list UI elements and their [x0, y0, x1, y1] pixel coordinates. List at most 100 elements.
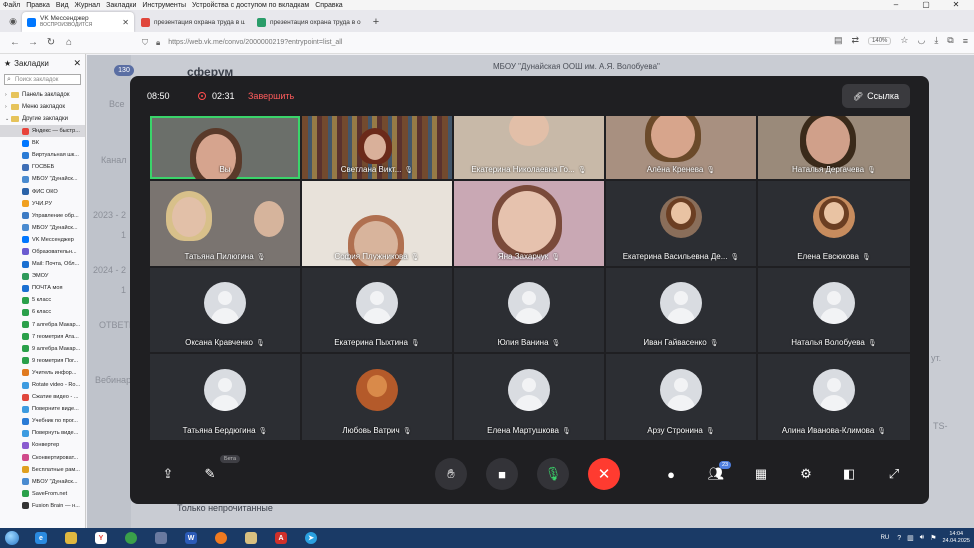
bookmark-item[interactable]: 5 класс [0, 294, 85, 306]
close-icon[interactable]: ✕ [73, 58, 81, 69]
participant-tile[interactable]: Иван Гайвасенко 🎙︎ [606, 268, 756, 352]
bookmark-item[interactable]: SaveFrom.net [0, 488, 85, 500]
bookmark-item[interactable]: 6 класс [0, 306, 85, 318]
extensions-icon[interactable]: ⧉ [947, 35, 953, 46]
start-button[interactable] [0, 528, 24, 548]
firefox-view-icon[interactable]: ◉ [4, 12, 22, 30]
bookmark-star-icon[interactable]: ☆ [900, 35, 908, 46]
home-icon[interactable]: ⌂ [60, 37, 78, 48]
tab-vk-messenger[interactable]: VK Мессенджер ВОСПРОИЗВОДИТСЯ ✕ [22, 12, 134, 32]
network-icon[interactable]: ▥ [907, 534, 914, 542]
address-bar[interactable]: ⛉ 🔒︎ https://web.vk.me/convo/2000000219?… [142, 35, 782, 51]
participant-tile[interactable]: Екатерина Пыхтина 🎙︎ [302, 268, 452, 352]
zoom-level[interactable]: 140% [868, 36, 892, 45]
new-tab-icon[interactable]: + [368, 12, 384, 32]
menu-file[interactable]: Файл [3, 2, 20, 9]
acrobat-app[interactable]: A [268, 529, 294, 547]
folder-bookmarks-menu[interactable]: › Меню закладок [0, 101, 85, 113]
bookmark-item[interactable]: Виртуальная шк... [0, 149, 85, 161]
bookmark-item[interactable]: ФИС ОКО [0, 185, 85, 197]
tab-close-icon[interactable]: ✕ [122, 18, 129, 27]
screen-share-icon[interactable]: ⇪ [152, 458, 184, 490]
end-call-button[interactable]: ✕ [588, 458, 620, 490]
bookmark-item[interactable]: VK Мессенджер [0, 234, 85, 246]
bookmark-item[interactable]: ПОЧТА моя [0, 282, 85, 294]
participant-tile[interactable]: Любовь Ватрич 🎙︎ [302, 354, 452, 440]
bookmark-item[interactable]: Rotate video - Ro... [0, 379, 85, 391]
word-app[interactable]: W [178, 529, 204, 547]
bookmark-item[interactable]: Повернуть виде... [0, 427, 85, 439]
participant-tile[interactable]: Татьяна Пилюгина 🎙︎ [150, 181, 300, 266]
bookmark-item[interactable]: 9 алгебра Макар... [0, 343, 85, 355]
minimize-call-icon[interactable]: ◧ [833, 458, 865, 490]
back-icon[interactable]: ← [6, 37, 24, 48]
participant-tile[interactable]: Наталья Дергачева 🎙︎ [758, 116, 910, 179]
minimize-icon[interactable]: – [884, 0, 908, 10]
menu-help[interactable]: Справка [315, 2, 342, 9]
chrome-app[interactable] [118, 529, 144, 547]
menu-bookmarks[interactable]: Закладки [106, 2, 136, 9]
bookmark-item[interactable]: ЭМОУ [0, 270, 85, 282]
bookmark-item[interactable]: 7 геометрия Ата... [0, 331, 85, 343]
bookmark-item[interactable]: Управление обр... [0, 210, 85, 222]
close-window-icon[interactable]: ✕ [944, 0, 968, 10]
fullscreen-icon[interactable]: ⤢ [878, 458, 910, 490]
participant-tile[interactable]: Алина Иванова-Климова 🎙︎ [758, 354, 910, 440]
participant-tile[interactable]: Елена Мартушкова 🎙︎ [454, 354, 604, 440]
finish-recording-button[interactable]: Завершить [248, 91, 294, 101]
microphone-button[interactable]: 🎙︎ [537, 458, 569, 490]
reader-view-icon[interactable]: ▤ [834, 35, 843, 46]
maximize-icon[interactable]: ▢ [914, 0, 938, 10]
participant-tile[interactable]: Алёна Кренева 🎙︎ [606, 116, 756, 179]
menu-history[interactable]: Журнал [75, 2, 101, 9]
participant-tile[interactable]: Наталья Волобуева 🎙︎ [758, 268, 910, 352]
bookmark-item[interactable]: Сжатие видео - ... [0, 391, 85, 403]
download-icon[interactable]: ⤓ [934, 35, 938, 46]
menu-icon[interactable]: ≡ [963, 36, 968, 46]
layout-icon[interactable]: ▦ [745, 458, 777, 490]
tab-presentation-2[interactable]: презентация охрана труда в ош... [252, 12, 366, 32]
menu-edit[interactable]: Правка [26, 2, 50, 9]
bookmark-item[interactable]: Mail: Почта, Обл... [0, 258, 85, 270]
shield-icon[interactable]: ⛉ [142, 38, 148, 48]
participant-tile[interactable]: Екатерина Васильевна Де... 🎙︎ [606, 181, 756, 266]
participant-tile[interactable]: Вы [150, 116, 300, 179]
bookmark-item[interactable]: МБОУ "Дунайск... [0, 476, 85, 488]
flag-icon[interactable]: ⚑ [930, 534, 936, 542]
chat-title[interactable]: МБОУ "Дунайская ООШ им. А.Я. Волобуева" [493, 62, 660, 71]
bookmark-search-input[interactable]: Поиск закладок [4, 74, 81, 85]
bookmark-item[interactable]: МБОУ "Дунайск... [0, 173, 85, 185]
unread-only-toggle-label[interactable]: Только непрочитанные [177, 503, 273, 513]
bookmark-item[interactable]: Яндекс — быстр... [0, 125, 85, 138]
participant-tile[interactable]: Оксана Кравченко 🎙︎ [150, 268, 300, 352]
menu-tools[interactable]: Инструменты [142, 2, 186, 9]
bookmark-item[interactable]: 7 алгебра Макар... [0, 319, 85, 331]
copy-link-button[interactable]: 🔗︎ Ссылка [842, 84, 910, 108]
bookmark-item[interactable]: Fusion Brain — н... [0, 500, 85, 512]
ie-app[interactable]: e [28, 529, 54, 547]
lock-icon[interactable]: 🔒︎ [156, 38, 160, 48]
telegram-app[interactable]: ➤ [298, 529, 324, 547]
participant-tile[interactable]: Елена Евсюкова 🎙︎ [758, 181, 910, 266]
yandex-app[interactable]: Y [88, 529, 114, 547]
folder-other-bookmarks[interactable]: ⌄ Другие закладки [0, 113, 85, 125]
bookmark-item[interactable]: Образовательн... [0, 246, 85, 258]
bookmark-item[interactable]: Бесплатные рам... [0, 464, 85, 476]
bookmark-item[interactable]: ГОСВЕБ [0, 161, 85, 173]
bookmark-item[interactable]: Поверните виде... [0, 403, 85, 415]
help-icon[interactable]: ? [897, 535, 901, 542]
pocket-icon[interactable]: ◡ [917, 35, 925, 46]
participant-tile[interactable]: Юлия Ванина 🎙︎ [454, 268, 604, 352]
effects-icon[interactable]: ✎ [194, 458, 226, 490]
bookmark-item[interactable]: Конвертер [0, 439, 85, 451]
explorer-app[interactable] [58, 529, 84, 547]
participant-tile[interactable]: София Плужникова 🎙︎ [302, 181, 452, 266]
sidebar-header[interactable]: ★ Закладки ✕ [0, 54, 85, 72]
participant-tile[interactable]: Арзу Стронина 🎙︎ [606, 354, 756, 440]
reload-icon[interactable]: ↻ [42, 37, 60, 48]
volume-icon[interactable]: 🔊︎ [920, 534, 924, 542]
bookmark-item[interactable]: Учитель инфор... [0, 367, 85, 379]
forward-icon[interactable]: → [24, 37, 42, 48]
system-clock[interactable]: 14:04 24.04.2025 [942, 531, 970, 545]
participant-tile[interactable]: Светлана Викт... 🎙︎ [302, 116, 452, 179]
